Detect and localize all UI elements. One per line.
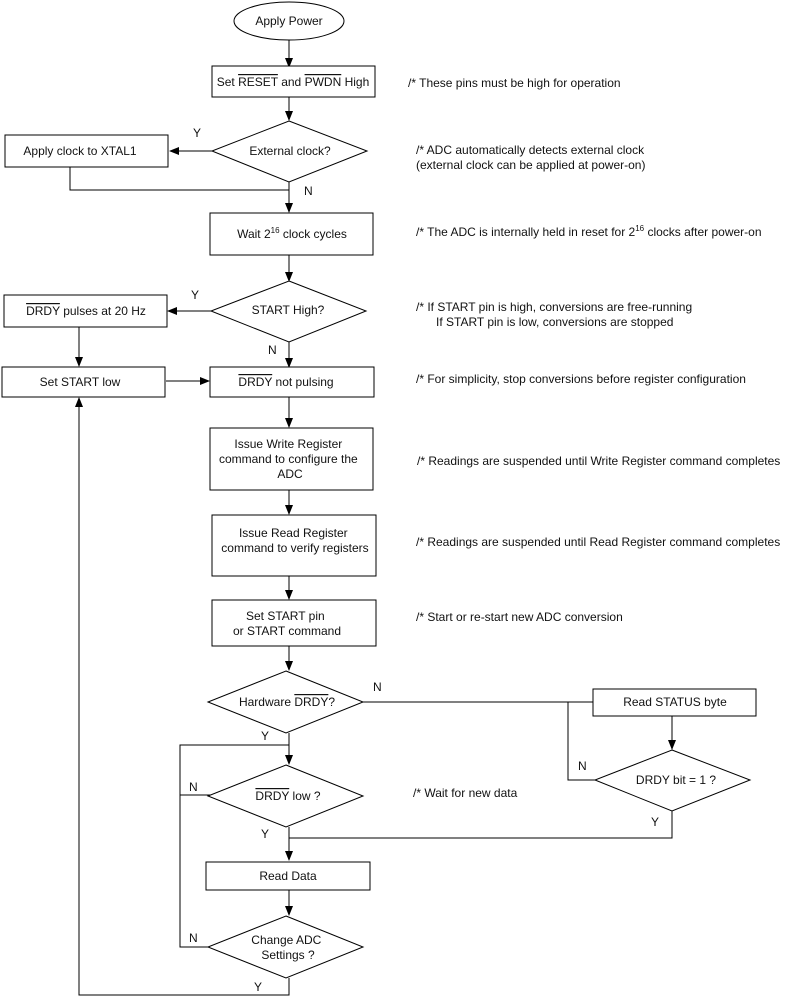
node-hardware-drdy-text: Hardware DRDY? [239, 695, 335, 709]
node-read-status-byte: Read STATUS byte [592, 688, 757, 717]
label-drdybit-yes: Y [651, 815, 659, 829]
node-drdy-pulses-text: DRDY pulses at 20 Hz [26, 304, 146, 318]
label-extclock-yes: Y [193, 126, 201, 140]
node-drdy-low: DRDY low ? [206, 764, 365, 828]
node-drdy-not-pulsing: DRDY not pulsing [209, 366, 375, 398]
label-start-no: N [268, 343, 277, 357]
label-start-yes: Y [191, 288, 199, 302]
label-change-no: N [189, 931, 198, 945]
node-drdy-not-pulsing-text: DRDY not pulsing [238, 375, 333, 389]
node-hardware-drdy: Hardware DRDY? [206, 670, 365, 734]
comment-simplicity: /* For simplicity, stop conversions befo… [416, 372, 746, 386]
label-change-yes: Y [254, 980, 262, 994]
node-set-start-low: Set START low [1, 366, 166, 398]
edge-xtal1-return [69, 167, 289, 191]
node-set-start-low-text: Set START low [40, 375, 121, 389]
comment-wait-data: /* Wait for new data [413, 786, 518, 800]
node-issue-read-register-text: Issue Read Register command to verify re… [221, 526, 368, 555]
label-drdylow-yes: Y [261, 827, 269, 841]
node-wait-clock-cycles-text: Wait 216 clock cycles [237, 226, 347, 241]
comment-write-suspended: /* Readings are suspended until Write Re… [417, 454, 780, 468]
edge-drdybit-yes [289, 811, 673, 839]
node-drdy-pulses: DRDY pulses at 20 Hz [3, 294, 168, 328]
comment-ext-clock-line2: (external clock can be applied at power-… [416, 158, 645, 172]
comment-pins-high: /* These pins must be high for operation [408, 76, 621, 90]
label-hwdrdy-no: N [373, 680, 382, 694]
comment-reset-hold: /* The ADC is internally held in reset f… [416, 224, 762, 239]
node-set-reset-pwdn-text: Set RESET and PWDN High [217, 75, 370, 89]
node-read-status-byte-text: Read STATUS byte [623, 695, 727, 709]
comment-start-line2: If START pin is low, conversions are sto… [436, 315, 673, 329]
label-drdylow-no: N [189, 780, 198, 794]
node-change-adc-settings: Change ADC Settings ? [206, 915, 365, 979]
node-drdy-bit-text: DRDY bit = 1 ? [636, 773, 716, 787]
node-set-reset-pwdn: Set RESET and PWDN High [211, 65, 376, 98]
node-set-start-pin-text: Set START pin or START command [233, 609, 341, 638]
comment-restart: /* Start or re-start new ADC conversion [416, 610, 623, 624]
node-issue-write-register: Issue Write Register command to configur… [209, 427, 374, 491]
label-hwdrdy-yes: Y [261, 729, 269, 743]
node-apply-power: Apply Power [233, 1, 345, 41]
node-apply-clock-xtal1-text: Apply clock to XTAL1 [23, 144, 136, 158]
comment-start-line1: /* If START pin is high, conversions are… [416, 300, 692, 314]
node-issue-read-register: Issue Read Register command to verify re… [211, 514, 377, 577]
comment-read-suspended: /* Readings are suspended until Read Reg… [416, 535, 780, 549]
node-drdy-low-text: DRDY low ? [255, 789, 320, 803]
flowchart: Y N Y N N Y N Y N Y N Y Apply Power Set … [1, 1, 780, 996]
node-set-start-pin: Set START pin or START command [211, 599, 377, 647]
label-drdybit-no: N [578, 759, 587, 773]
node-external-clock: External clock? [210, 120, 369, 183]
node-external-clock-text: External clock? [249, 144, 331, 158]
label-extclock-no: N [304, 184, 313, 198]
node-start-high-text: START High? [252, 303, 325, 317]
node-apply-clock-xtal1: Apply clock to XTAL1 [4, 134, 169, 168]
node-apply-power-text: Apply Power [255, 14, 322, 28]
node-drdy-bit: DRDY bit = 1 ? [593, 749, 752, 812]
node-start-high: START High? [209, 280, 368, 343]
node-wait-clock-cycles: Wait 216 clock cycles [209, 212, 374, 256]
node-read-data: Read Data [205, 861, 371, 891]
node-read-data-text: Read Data [259, 869, 317, 883]
comment-ext-clock-line1: /* ADC automatically detects external cl… [416, 143, 645, 157]
node-change-adc-settings-text: Change ADC Settings ? [251, 933, 324, 962]
